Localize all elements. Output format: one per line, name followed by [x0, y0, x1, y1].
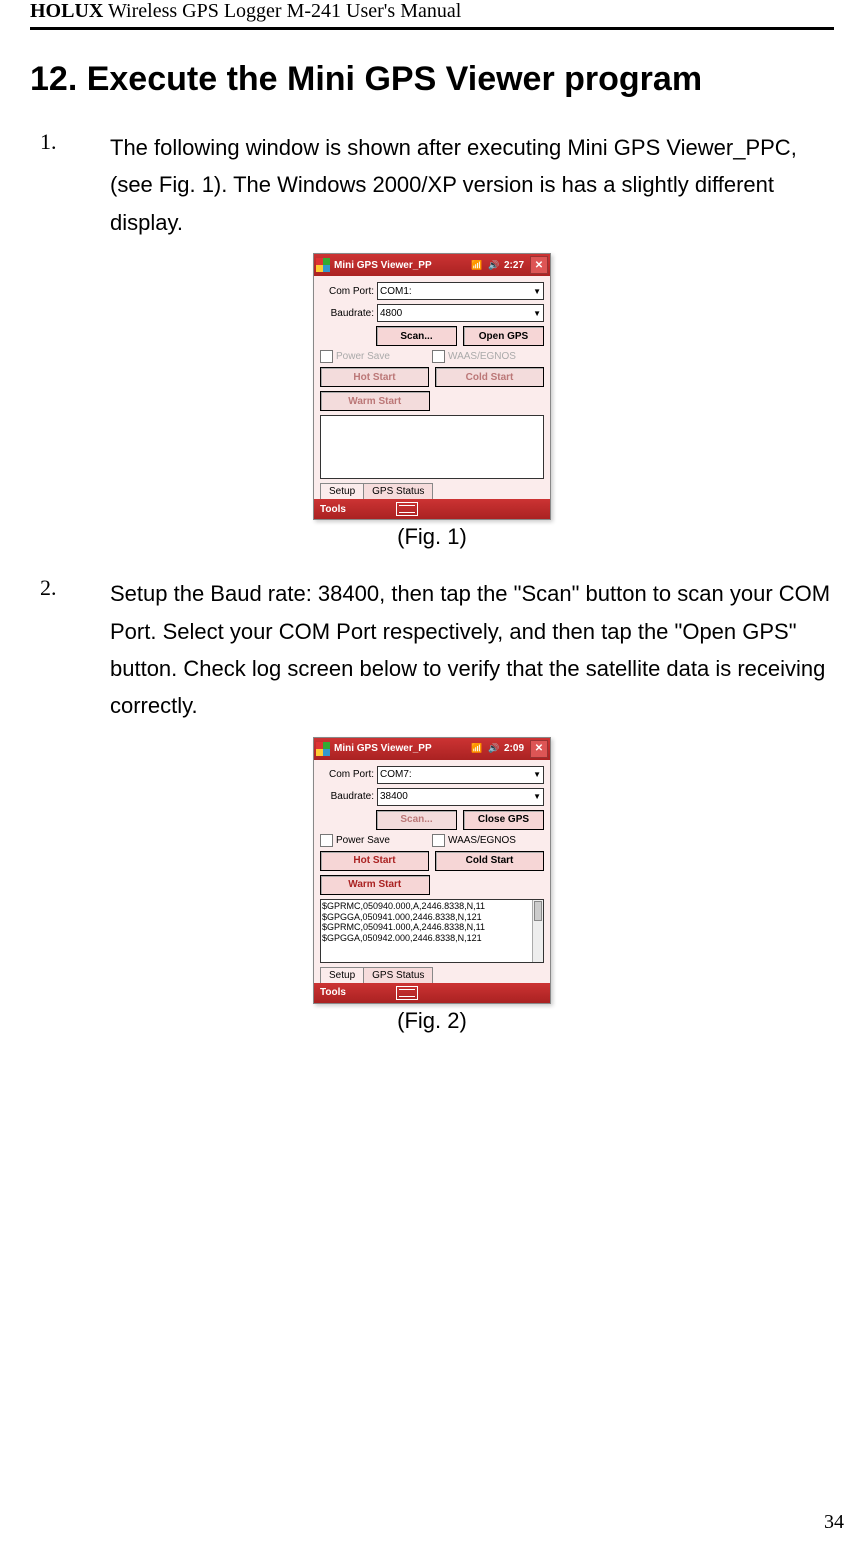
tools-menu[interactable]: Tools [320, 987, 346, 998]
figure-1: Mini GPS Viewer_PP 📶 🔊 2:27 ✕ Com Port: … [30, 253, 834, 550]
speaker-icon: 🔊 [487, 258, 501, 272]
baudrate-label: Baudrate: [320, 791, 374, 802]
chevron-down-icon: ▼ [533, 770, 541, 779]
tab-gps-status[interactable]: GPS Status [363, 483, 433, 499]
baudrate-value: 38400 [380, 791, 408, 802]
windows-logo-icon [316, 742, 330, 756]
scrollbar[interactable] [532, 900, 543, 962]
waas-label: WAAS/EGNOS [448, 351, 516, 362]
fig2-titlebar: Mini GPS Viewer_PP 📶 🔊 2:09 ✕ [314, 738, 550, 760]
figure-2: Mini GPS Viewer_PP 📶 🔊 2:09 ✕ Com Port: … [30, 737, 834, 1034]
tools-menu[interactable]: Tools [320, 504, 346, 515]
fig1-titlebar: Mini GPS Viewer_PP 📶 🔊 2:27 ✕ [314, 254, 550, 276]
waas-checkbox[interactable] [432, 834, 445, 847]
manual-header: HOLUX Wireless GPS Logger M-241 User's M… [30, 0, 834, 30]
fig2-device: Mini GPS Viewer_PP 📶 🔊 2:09 ✕ Com Port: … [313, 737, 551, 1004]
tab-setup[interactable]: Setup [320, 483, 364, 499]
com-port-value: COM1: [380, 286, 412, 297]
list-text: The following window is shown after exec… [110, 129, 834, 241]
tab-gps-status[interactable]: GPS Status [363, 967, 433, 983]
tab-setup[interactable]: Setup [320, 967, 364, 983]
chevron-down-icon: ▼ [533, 792, 541, 801]
scan-button[interactable]: Scan... [376, 326, 457, 346]
list-text: Setup the Baud rate: 38400, then tap the… [110, 575, 834, 725]
log-line: $GPGGA,050942.000,2446.8338,N,121 [322, 933, 542, 944]
list-item: 2. Setup the Baud rate: 38400, then tap … [30, 575, 834, 725]
warm-start-button[interactable]: Warm Start [320, 875, 430, 895]
scan-button[interactable]: Scan... [376, 810, 457, 830]
baudrate-value: 4800 [380, 308, 402, 319]
waas-checkbox[interactable] [432, 350, 445, 363]
windows-logo-icon [316, 258, 330, 272]
baudrate-select[interactable]: 4800 ▼ [377, 304, 544, 322]
fig1-title: Mini GPS Viewer_PP [334, 260, 467, 271]
chevron-down-icon: ▼ [533, 287, 541, 296]
close-icon[interactable]: ✕ [530, 740, 548, 758]
fig2-caption: (Fig. 2) [30, 1008, 834, 1034]
keyboard-icon[interactable] [396, 986, 418, 1000]
com-port-value: COM7: [380, 769, 412, 780]
fig1-time: 2:27 [504, 260, 524, 271]
page-number: 34 [824, 1511, 844, 1534]
open-gps-button[interactable]: Open GPS [463, 326, 544, 346]
powersave-label: Power Save [336, 835, 390, 846]
cold-start-button[interactable]: Cold Start [435, 851, 544, 871]
close-gps-button[interactable]: Close GPS [463, 810, 544, 830]
powersave-label: Power Save [336, 351, 390, 362]
fig2-time: 2:09 [504, 743, 524, 754]
log-output: $GPRMC,050940.000,A,2446.8338,N,11 $GPGG… [320, 899, 544, 963]
list-number: 2. [30, 575, 110, 725]
brand-bold: HOLUX [30, 0, 103, 22]
keyboard-icon[interactable] [396, 502, 418, 516]
fig2-title: Mini GPS Viewer_PP [334, 743, 467, 754]
section-title: 12. Execute the Mini GPS Viewer program [30, 60, 834, 99]
com-port-select[interactable]: COM1: ▼ [377, 282, 544, 300]
signal-icon: 📶 [470, 742, 484, 756]
log-line: $GPRMC,050940.000,A,2446.8338,N,11 [322, 901, 542, 912]
baudrate-select[interactable]: 38400 ▼ [377, 788, 544, 806]
cold-start-button[interactable]: Cold Start [435, 367, 544, 387]
fig1-caption: (Fig. 1) [30, 524, 834, 550]
powersave-checkbox[interactable] [320, 350, 333, 363]
brand-rest: Wireless GPS Logger M-241 User's Manual [103, 0, 461, 22]
com-port-select[interactable]: COM7: ▼ [377, 766, 544, 784]
chevron-down-icon: ▼ [533, 309, 541, 318]
hot-start-button[interactable]: Hot Start [320, 851, 429, 871]
scrollbar-thumb[interactable] [534, 901, 542, 921]
log-output [320, 415, 544, 479]
list-item: 1. The following window is shown after e… [30, 129, 834, 241]
log-line: $GPGGA,050941.000,2446.8338,N,121 [322, 912, 542, 923]
com-port-label: Com Port: [320, 769, 374, 780]
powersave-checkbox[interactable] [320, 834, 333, 847]
list-number: 1. [30, 129, 110, 241]
close-icon[interactable]: ✕ [530, 256, 548, 274]
speaker-icon: 🔊 [487, 742, 501, 756]
warm-start-button[interactable]: Warm Start [320, 391, 430, 411]
fig1-device: Mini GPS Viewer_PP 📶 🔊 2:27 ✕ Com Port: … [313, 253, 551, 520]
baudrate-label: Baudrate: [320, 308, 374, 319]
signal-icon: 📶 [470, 258, 484, 272]
com-port-label: Com Port: [320, 286, 374, 297]
waas-label: WAAS/EGNOS [448, 835, 516, 846]
log-line: $GPRMC,050941.000,A,2446.8338,N,11 [322, 922, 542, 933]
hot-start-button[interactable]: Hot Start [320, 367, 429, 387]
